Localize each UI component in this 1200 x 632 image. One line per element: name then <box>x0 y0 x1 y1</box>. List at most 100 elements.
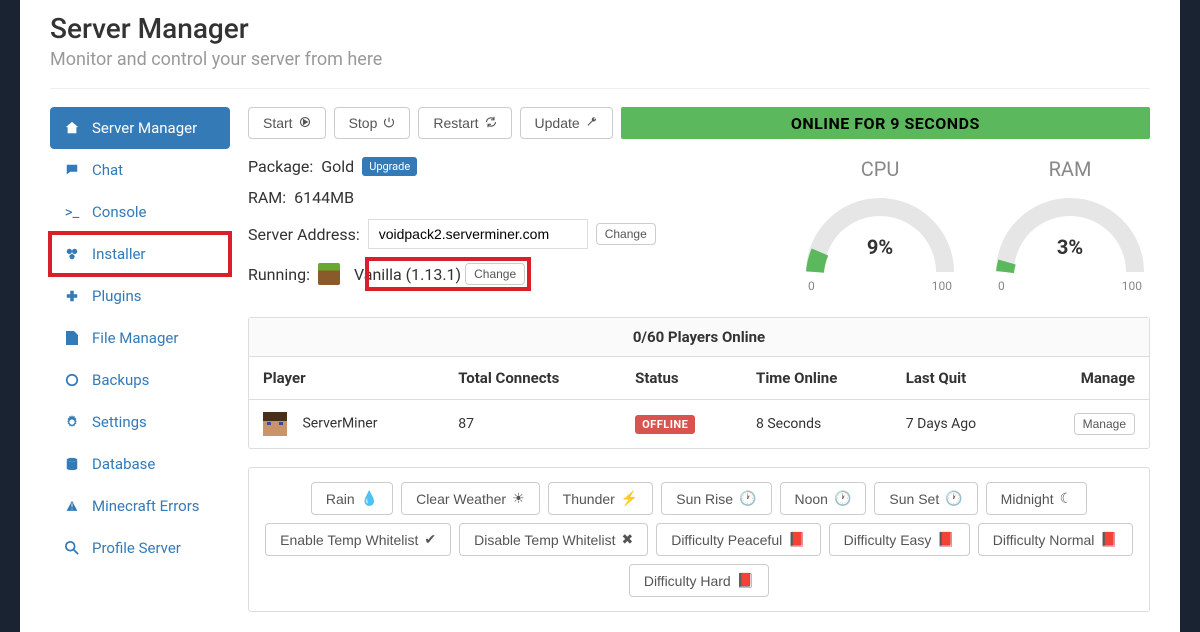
sidebar-item-label: Database <box>92 455 155 473</box>
col-connects: Total Connects <box>444 357 621 400</box>
close-icon: ✖ <box>621 531 633 548</box>
players-panel: 0/60 Players Online Player Total Connect… <box>248 317 1150 449</box>
sidebar-item-profile-server[interactable]: Profile Server <box>50 527 230 569</box>
sidebar-item-label: Backups <box>92 371 149 389</box>
chat-icon <box>64 163 80 177</box>
clock-icon: 🕐 <box>739 490 756 507</box>
player-lastquit: 7 Days Ago <box>892 400 1027 449</box>
sidebar-item-label: Chat <box>92 161 123 179</box>
difficulty-hard-button[interactable]: Difficulty Hard 📕 <box>629 564 769 597</box>
server-address-input[interactable] <box>368 219 588 249</box>
sidebar-item-label: Plugins <box>92 287 141 305</box>
sidebar-item-file-manager[interactable]: File Manager <box>50 317 230 359</box>
backup-icon <box>64 373 80 387</box>
ram-value: 6144MB <box>294 188 354 207</box>
file-icon <box>64 331 80 345</box>
package-label: Package: <box>248 157 313 176</box>
col-status: Status <box>621 357 742 400</box>
cpu-gauge: CPU 9% 0 100 <box>800 157 960 299</box>
thunder-button[interactable]: Thunder ⚡ <box>548 482 654 515</box>
midnight-button[interactable]: Midnight ☾ <box>986 482 1087 515</box>
sidebar-item-plugins[interactable]: Plugins <box>50 275 230 317</box>
sidebar-item-database[interactable]: Database <box>50 443 230 485</box>
ram-min: 0 <box>998 279 1005 293</box>
sidebar: Server Manager Chat >_ Console Installer <box>50 107 230 612</box>
package-value: Gold <box>321 157 354 176</box>
book-icon: 📕 <box>788 531 805 548</box>
sidebar-item-backups[interactable]: Backups <box>50 359 230 401</box>
enable-whitelist-button[interactable]: Enable Temp Whitelist ✔ <box>265 523 451 556</box>
sidebar-item-server-manager[interactable]: Server Manager <box>50 107 230 149</box>
status-badge: OFFLINE <box>635 415 695 434</box>
check-icon: ✔ <box>424 531 436 548</box>
noon-button[interactable]: Noon 🕐 <box>780 482 867 515</box>
ram-label: RAM: <box>248 188 286 207</box>
installer-icon <box>64 247 80 261</box>
disable-whitelist-button[interactable]: Disable Temp Whitelist ✖ <box>459 523 648 556</box>
sidebar-item-console[interactable]: >_ Console <box>50 191 230 233</box>
start-button[interactable]: Start <box>248 107 326 139</box>
difficulty-easy-button[interactable]: Difficulty Easy 📕 <box>829 523 970 556</box>
play-icon <box>299 115 311 131</box>
server-address-label: Server Address: <box>248 225 360 244</box>
restart-button[interactable]: Restart <box>418 107 511 139</box>
warning-icon <box>64 499 80 513</box>
clear-weather-button[interactable]: Clear Weather ☀ <box>401 482 540 515</box>
clock-icon: 🕐 <box>945 490 962 507</box>
sidebar-item-label: Console <box>92 203 147 221</box>
gear-icon <box>64 415 80 429</box>
cpu-gauge-title: CPU <box>800 157 960 181</box>
book-icon: 📕 <box>737 572 754 589</box>
moon-icon: ☾ <box>1060 490 1073 507</box>
rain-button[interactable]: Rain 💧 <box>311 482 393 515</box>
avatar <box>263 412 287 436</box>
sidebar-item-chat[interactable]: Chat <box>50 149 230 191</box>
cpu-gauge-value: 9% <box>800 235 960 259</box>
sidebar-item-label: File Manager <box>92 329 178 347</box>
ram-gauge: RAM 3% 0 100 <box>990 157 1150 299</box>
sunset-button[interactable]: Sun Set 🕐 <box>874 482 977 515</box>
update-button[interactable]: Update <box>520 107 613 139</box>
sunrise-button[interactable]: Sun Rise 🕐 <box>661 482 771 515</box>
bolt-icon: ⚡ <box>621 490 638 507</box>
sidebar-item-label: Installer <box>92 245 146 263</box>
manage-player-button[interactable]: Manage <box>1074 413 1135 435</box>
sidebar-item-label: Server Manager <box>92 119 197 137</box>
player-name: ServerMiner <box>302 416 377 432</box>
sidebar-item-installer[interactable]: Installer <box>50 233 230 275</box>
difficulty-normal-button[interactable]: Difficulty Normal 📕 <box>978 523 1133 556</box>
quick-actions-panel: Rain 💧 Clear Weather ☀ Thunder ⚡ Sun Ris… <box>248 467 1150 612</box>
player-time: 8 Seconds <box>742 400 892 449</box>
divider <box>50 88 1150 89</box>
col-lastquit: Last Quit <box>892 357 1027 400</box>
book-icon: 📕 <box>1100 531 1117 548</box>
change-running-button[interactable]: Change <box>465 263 525 285</box>
sun-icon: ☀ <box>512 490 525 507</box>
power-icon <box>383 115 395 131</box>
plugin-icon <box>64 289 80 303</box>
status-banner: ONLINE FOR 9 SECONDS <box>621 107 1150 139</box>
difficulty-peaceful-button[interactable]: Difficulty Peaceful 📕 <box>656 523 820 556</box>
players-header: 0/60 Players Online <box>249 318 1149 357</box>
clock-icon: 🕐 <box>834 490 851 507</box>
cpu-min: 0 <box>808 279 815 293</box>
book-icon: 📕 <box>937 531 954 548</box>
sidebar-item-label: Minecraft Errors <box>92 497 200 515</box>
page-title: Server Manager <box>50 12 1150 45</box>
ram-max: 100 <box>1122 279 1142 293</box>
cpu-max: 100 <box>932 279 952 293</box>
search-icon <box>64 541 80 555</box>
table-row: ServerMiner 87 OFFLINE 8 Seconds 7 Days … <box>249 400 1149 449</box>
col-time: Time Online <box>742 357 892 400</box>
page-subtitle: Monitor and control your server from her… <box>50 49 1150 70</box>
stop-button[interactable]: Stop <box>334 107 411 139</box>
sidebar-item-settings[interactable]: Settings <box>50 401 230 443</box>
change-address-button[interactable]: Change <box>596 223 656 245</box>
droplet-icon: 💧 <box>361 490 378 507</box>
upgrade-badge[interactable]: Upgrade <box>362 157 417 176</box>
sidebar-item-label: Profile Server <box>92 539 181 557</box>
ram-gauge-title: RAM <box>990 157 1150 181</box>
sidebar-item-minecraft-errors[interactable]: Minecraft Errors <box>50 485 230 527</box>
home-icon <box>64 121 80 135</box>
refresh-icon <box>485 115 497 131</box>
